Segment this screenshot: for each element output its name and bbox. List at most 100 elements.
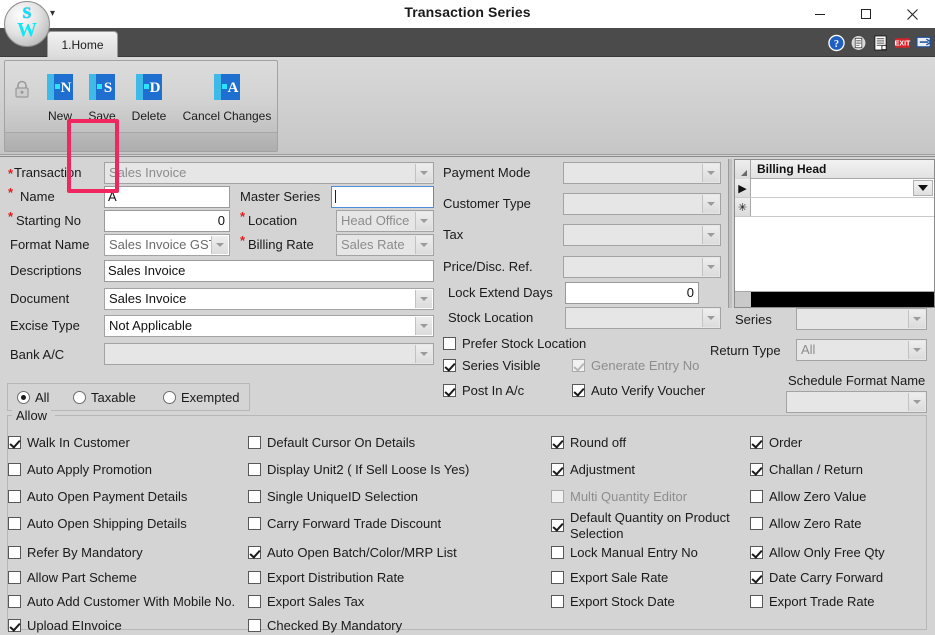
checkbox-allow-only-free-qty[interactable]: Allow Only Free Qty	[750, 545, 885, 561]
help-icon[interactable]: ?	[828, 34, 845, 52]
billing-rate-combo[interactable]: Sales Rate	[336, 234, 434, 256]
checkbox-prefer-stock-location[interactable]: Prefer Stock Location	[443, 336, 586, 352]
chevron-down-icon[interactable]	[702, 226, 719, 244]
minimize-button[interactable]	[797, 0, 843, 28]
payment-mode-combo[interactable]	[563, 162, 721, 184]
excise-type-combo[interactable]: Not Applicable	[104, 315, 434, 337]
tax-combo[interactable]	[563, 224, 721, 246]
checkbox-box	[551, 595, 564, 608]
chevron-down-icon[interactable]	[702, 195, 719, 213]
radio-exempted[interactable]: Exempted	[163, 390, 240, 405]
checkbox-upload-einvoice[interactable]: Upload EInvoice	[8, 618, 122, 634]
checkbox-date-carry-forward[interactable]: Date Carry Forward	[750, 570, 883, 586]
new-document-icon: N	[47, 74, 73, 100]
checkbox-auto-add-customer-with-mobile-no[interactable]: Auto Add Customer With Mobile No.	[8, 594, 235, 610]
close-button[interactable]	[889, 0, 935, 28]
checkbox-round-off[interactable]: Round off	[551, 435, 626, 451]
checkbox-export-stock-date[interactable]: Export Stock Date	[551, 594, 675, 610]
checkbox-checked-by-mandatory[interactable]: Checked By Mandatory	[248, 618, 402, 634]
report-icon[interactable]	[872, 34, 889, 52]
checkbox-export-trade-rate[interactable]: Export Trade Rate	[750, 594, 875, 610]
cancel-changes-button[interactable]: A Cancel Changes	[173, 71, 281, 123]
starting-no-input[interactable]: 0	[104, 210, 230, 232]
chevron-down-icon[interactable]	[702, 258, 719, 276]
transaction-combo[interactable]: Sales Invoice	[104, 162, 434, 184]
price-disc-ref-combo[interactable]	[563, 256, 721, 278]
checkbox-export-sales-tax[interactable]: Export Sales Tax	[248, 594, 364, 610]
checkbox-box	[551, 490, 564, 503]
checkbox-auto-apply-promotion[interactable]: Auto Apply Promotion	[8, 462, 152, 478]
checkbox-adjustment[interactable]: Adjustment	[551, 462, 635, 478]
customer-type-combo[interactable]	[563, 193, 721, 215]
checkbox-export-distribution-rate[interactable]: Export Distribution Rate	[248, 570, 404, 586]
checkbox-allow-zero-value[interactable]: Allow Zero Value	[750, 489, 866, 505]
chevron-down-icon[interactable]	[702, 164, 719, 182]
billing-rate-value: Sales Rate	[341, 237, 405, 252]
checkbox-series-visible[interactable]: Series Visible	[443, 358, 541, 374]
billing-head-row-new[interactable]: ✳	[735, 198, 934, 217]
lock-icon	[15, 80, 29, 98]
grid-select-all-corner[interactable]	[735, 160, 751, 179]
lock-extend-days-input[interactable]: 0	[565, 282, 699, 304]
billing-head-grid[interactable]: Billing Head ▶ ✳	[734, 159, 935, 308]
chevron-down-icon[interactable]	[415, 236, 432, 254]
checkbox-auto-open-payment-details[interactable]: Auto Open Payment Details	[8, 489, 187, 505]
name-input[interactable]: A	[104, 186, 230, 208]
chevron-down-icon[interactable]	[415, 345, 432, 363]
chevron-down-icon[interactable]	[908, 341, 925, 359]
document-combo[interactable]: Sales Invoice	[104, 288, 434, 310]
tab-home[interactable]: 1.Home	[47, 31, 118, 57]
chevron-down-icon[interactable]	[908, 310, 925, 328]
checkbox-single-uniqueid-selection[interactable]: Single UniqueID Selection	[248, 489, 418, 505]
checkbox-auto-verify-voucher[interactable]: Auto Verify Voucher	[572, 383, 705, 399]
radio-all[interactable]: All	[17, 390, 49, 405]
chevron-down-icon[interactable]	[211, 236, 228, 254]
checkbox-box	[750, 546, 763, 559]
descriptions-input[interactable]: Sales Invoice	[104, 260, 434, 282]
delete-button[interactable]: D Delete	[122, 71, 176, 123]
checkbox-export-sale-rate[interactable]: Export Sale Rate	[551, 570, 668, 586]
checkbox-allow-zero-rate[interactable]: Allow Zero Rate	[750, 516, 861, 532]
checkbox-walk-in-customer[interactable]: Walk In Customer	[8, 435, 130, 451]
chevron-down-icon[interactable]	[415, 164, 432, 182]
chevron-down-icon[interactable]	[702, 309, 719, 327]
tools-icon[interactable]	[916, 34, 933, 52]
checkbox-refer-by-mandatory[interactable]: Refer By Mandatory	[8, 545, 143, 561]
schedule-format-name-combo[interactable]	[786, 391, 927, 413]
radio-all-label: All	[35, 390, 50, 405]
checkbox-order[interactable]: Order	[750, 435, 802, 451]
checkbox-lock-manual-entry-no[interactable]: Lock Manual Entry No	[551, 545, 698, 561]
print-preview-icon[interactable]	[850, 34, 867, 52]
billing-head-new-cell[interactable]	[752, 198, 934, 216]
chevron-down-icon[interactable]	[908, 393, 925, 411]
checkbox-default-quantity-on-product-selection[interactable]: Default Quantity on Product Selection	[551, 510, 745, 542]
stock-location-combo[interactable]	[565, 307, 721, 329]
app-logo-icon[interactable]: S W	[4, 1, 50, 47]
maximize-button[interactable]	[843, 0, 889, 28]
checkbox-auto-open-shipping-details[interactable]: Auto Open Shipping Details	[8, 516, 187, 532]
return-type-combo[interactable]: All	[796, 339, 927, 361]
checkbox-carry-forward-trade-discount[interactable]: Carry Forward Trade Discount	[248, 516, 441, 532]
checkbox-post-in-ac[interactable]: Post In A/c	[443, 383, 524, 399]
save-button[interactable]: S Save	[75, 71, 129, 123]
master-series-input[interactable]	[331, 186, 434, 208]
billing-head-cell-editor[interactable]	[752, 179, 934, 197]
checkbox-display-unit2[interactable]: Display Unit2 ( If Sell Loose Is Yes)	[248, 462, 469, 478]
radio-taxable[interactable]: Taxable	[73, 390, 136, 405]
exit-icon[interactable]: EXIT	[894, 34, 911, 52]
checkbox-challan-return[interactable]: Challan / Return	[750, 462, 863, 478]
location-combo[interactable]: Head Office	[336, 210, 434, 232]
billing-head-horizontal-scrollbar[interactable]	[735, 291, 934, 307]
checkbox-auto-open-batch-color-mrp-list[interactable]: Auto Open Batch/Color/MRP List	[248, 545, 457, 561]
bank-ac-combo[interactable]	[104, 343, 434, 365]
chevron-down-icon[interactable]	[913, 180, 933, 196]
checkbox-refer-by-mandatory-label: Refer By Mandatory	[27, 545, 143, 560]
chevron-down-icon[interactable]	[415, 317, 432, 335]
format-name-combo[interactable]: Sales Invoice GST2	[104, 234, 230, 256]
chevron-down-icon[interactable]	[415, 290, 432, 308]
chevron-down-icon[interactable]	[415, 212, 432, 230]
billing-head-row-current[interactable]: ▶	[735, 179, 934, 198]
series-combo[interactable]	[796, 308, 927, 330]
checkbox-default-cursor-on-details[interactable]: Default Cursor On Details	[248, 435, 415, 451]
checkbox-allow-part-scheme[interactable]: Allow Part Scheme	[8, 570, 137, 586]
